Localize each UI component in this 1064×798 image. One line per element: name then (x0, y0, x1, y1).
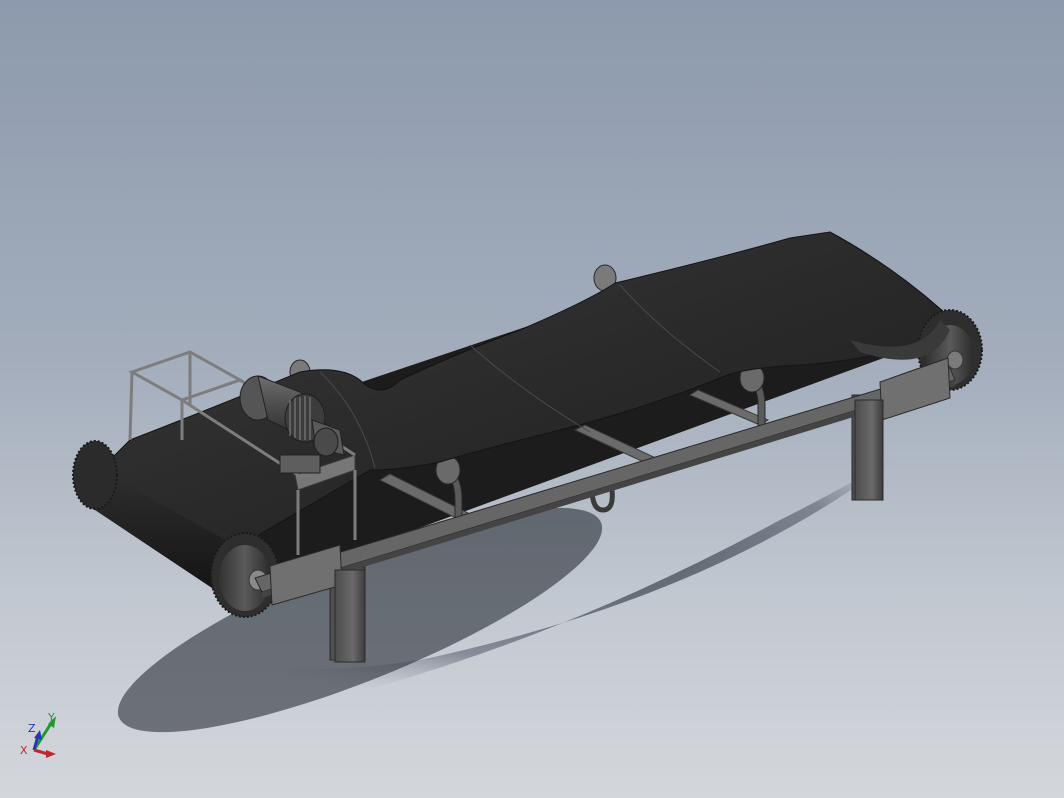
x-axis-arrow (46, 750, 56, 758)
orientation-triad[interactable]: Y Z X (14, 712, 62, 762)
z-axis-label: Z (28, 722, 36, 735)
frame-leg (854, 399, 884, 501)
x-axis-line (33, 748, 49, 756)
x-axis-label: X (20, 744, 28, 757)
y-axis-label: Y (47, 712, 55, 724)
graphics-viewport[interactable]: Y Z X (0, 0, 1064, 798)
frame-leg (334, 569, 366, 663)
conveyor-assembly-model[interactable] (0, 0, 1064, 798)
